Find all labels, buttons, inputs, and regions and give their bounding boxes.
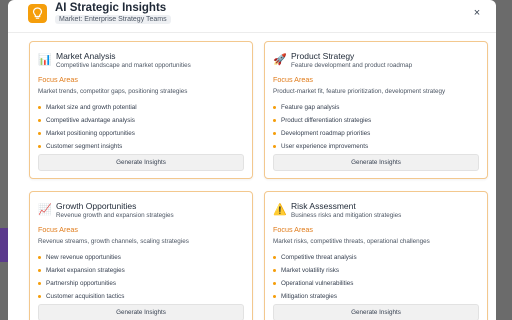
bullet-dot-icon	[273, 295, 276, 298]
list-item-label: Development roadmap priorities	[281, 130, 371, 137]
list-item-label: Market positioning opportunities	[46, 130, 135, 137]
card-subtitle: Feature development and product roadmap	[291, 62, 413, 69]
bullet-dot-icon	[273, 106, 276, 109]
list-item: Market size and growth potential	[38, 101, 137, 114]
modal-header: AI Strategic Insights Market: Enterprise…	[8, 0, 496, 33]
list-item-label: Customer acquisition tactics	[46, 293, 125, 300]
focus-list: Competitive threat analysis Market volat…	[273, 251, 357, 303]
bullet-dot-icon	[273, 256, 276, 259]
card-title: Market Analysis	[56, 51, 116, 61]
focus-areas-description: Product-market fit, feature prioritizati…	[273, 88, 446, 95]
bullet-dot-icon	[38, 119, 41, 122]
list-item-label: Customer segment insights	[46, 143, 123, 150]
list-item-label: Product differentiation strategies	[281, 117, 372, 124]
card-title: Product Strategy	[291, 51, 355, 61]
bullet-dot-icon	[38, 295, 41, 298]
focus-areas-description: Revenue streams, growth channels, scalin…	[38, 238, 189, 245]
list-item: Partnership opportunities	[38, 277, 125, 290]
bullet-dot-icon	[38, 269, 41, 272]
bullet-dot-icon	[38, 145, 41, 148]
list-item: Competitive threat analysis	[273, 251, 357, 264]
bullet-dot-icon	[38, 282, 41, 285]
list-item: Product differentiation strategies	[273, 114, 371, 127]
list-item: Competitive advantage analysis	[38, 114, 137, 127]
list-item-label: Market size and growth potential	[46, 104, 137, 111]
list-item-label: Feature gap analysis	[281, 104, 340, 111]
list-item: Customer acquisition tactics	[38, 290, 125, 303]
list-item: Mitigation strategies	[273, 290, 357, 303]
list-item: Development roadmap priorities	[273, 127, 371, 140]
list-item: Market volatility risks	[273, 264, 357, 277]
list-item: Customer segment insights	[38, 140, 137, 153]
bullet-dot-icon	[273, 132, 276, 135]
lightbulb-icon	[28, 4, 47, 23]
insights-modal: AI Strategic Insights Market: Enterprise…	[8, 0, 496, 320]
generate-insights-button[interactable]: Generate Insights	[38, 154, 244, 171]
context-badge: Market: Enterprise Strategy Teams	[55, 15, 171, 24]
bullet-dot-icon	[273, 282, 276, 285]
card-product-strategy: 🚀 Product Strategy Feature development a…	[264, 41, 488, 179]
list-item: User experience improvements	[273, 140, 371, 153]
focus-areas-description: Market trends, competitor gaps, position…	[38, 88, 188, 95]
bullet-dot-icon	[273, 269, 276, 272]
bullet-dot-icon	[273, 119, 276, 122]
list-item: New revenue opportunities	[38, 251, 125, 264]
card-risk-assessment: ⚠️ Risk Assessment Business risks and mi…	[264, 191, 488, 320]
close-icon[interactable]: ×	[471, 7, 483, 19]
focus-areas-label: Focus Areas	[273, 75, 313, 84]
list-item-label: Mitigation strategies	[281, 293, 337, 300]
list-item-label: Partnership opportunities	[46, 280, 117, 287]
card-market-analysis: 📊 Market Analysis Competitive landscape …	[29, 41, 253, 179]
bullet-dot-icon	[273, 145, 276, 148]
bullet-dot-icon	[38, 256, 41, 259]
focus-areas-label: Focus Areas	[273, 225, 313, 234]
focus-areas-description: Market risks, competitive threats, opera…	[273, 238, 430, 245]
generate-insights-button[interactable]: Generate Insights	[273, 154, 479, 171]
list-item-label: Market volatility risks	[281, 267, 340, 274]
list-item-label: Competitive threat analysis	[281, 254, 357, 261]
list-item-label: User experience improvements	[281, 143, 369, 150]
focus-list: Market size and growth potential Competi…	[38, 101, 137, 153]
list-item-label: Operational vulnerabilities	[281, 280, 354, 287]
warning-icon: ⚠️	[273, 204, 287, 216]
list-item: Market expansion strategies	[38, 264, 125, 277]
generate-insights-button[interactable]: Generate Insights	[38, 304, 244, 320]
focus-list: Feature gap analysis Product differentia…	[273, 101, 371, 153]
card-title: Risk Assessment	[291, 201, 356, 211]
bullet-dot-icon	[38, 132, 41, 135]
card-subtitle: Revenue growth and expansion strategies	[56, 212, 174, 219]
trend-chart-icon: 📈	[38, 204, 52, 216]
list-item: Operational vulnerabilities	[273, 277, 357, 290]
focus-areas-label: Focus Areas	[38, 225, 78, 234]
card-subtitle: Competitive landscape and market opportu…	[56, 62, 191, 69]
list-item: Feature gap analysis	[273, 101, 371, 114]
focus-areas-label: Focus Areas	[38, 75, 78, 84]
rocket-icon: 🚀	[273, 54, 287, 66]
generate-insights-button[interactable]: Generate Insights	[273, 304, 479, 320]
modal-title: AI Strategic Insights	[55, 2, 167, 14]
list-item: Market positioning opportunities	[38, 127, 137, 140]
list-item-label: Competitive advantage analysis	[46, 117, 135, 124]
bar-chart-icon: 📊	[38, 54, 52, 66]
card-growth-opportunities: 📈 Growth Opportunities Revenue growth an…	[29, 191, 253, 320]
card-title: Growth Opportunities	[56, 201, 137, 211]
background-sidebar-highlight	[0, 228, 8, 262]
list-item-label: New revenue opportunities	[46, 254, 121, 261]
focus-list: New revenue opportunities Market expansi…	[38, 251, 125, 303]
card-subtitle: Business risks and mitigation strategies	[291, 212, 402, 219]
list-item-label: Market expansion strategies	[46, 267, 125, 274]
bullet-dot-icon	[38, 106, 41, 109]
